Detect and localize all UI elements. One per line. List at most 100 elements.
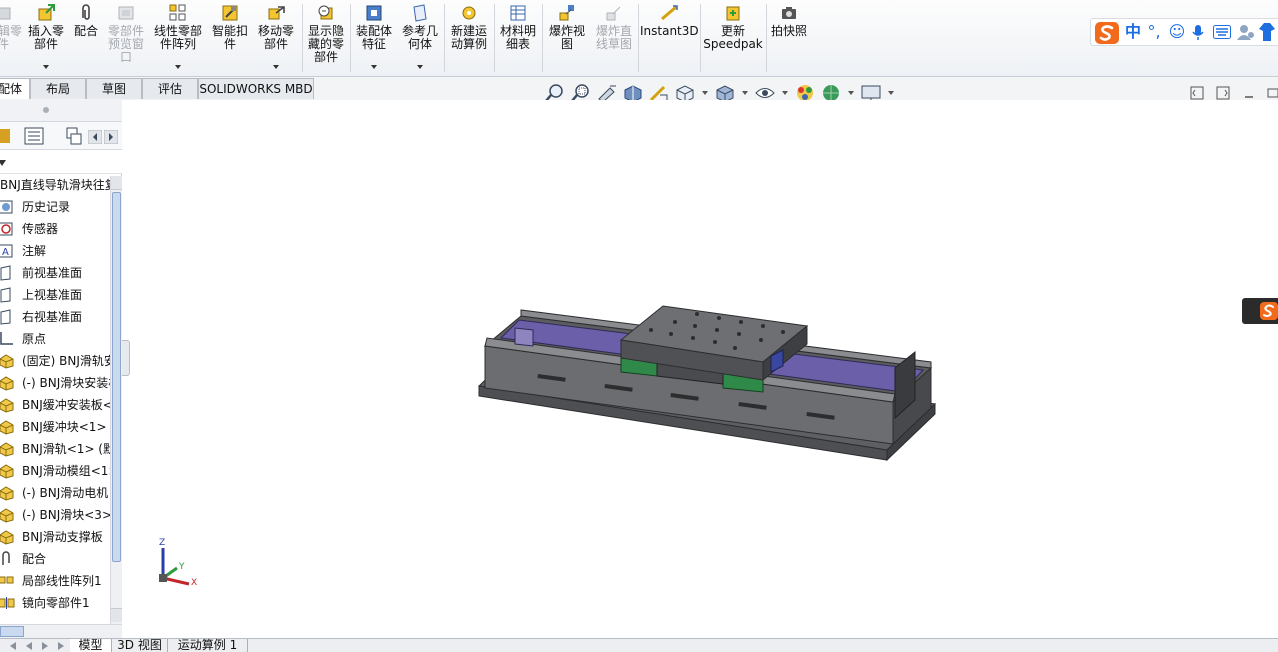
insert-components-button[interactable]: 插入零 部件 [24, 3, 68, 75]
tree-item[interactable]: BNJ缓冲块<1> (默认) [0, 416, 110, 438]
tree-item[interactable]: BNJ滑动支撑板 [0, 526, 110, 548]
chevron-down-icon[interactable] [888, 91, 894, 95]
tab-mbd[interactable]: SOLIDWORKS MBD [198, 78, 314, 99]
mate-button[interactable]: 配合 [70, 3, 102, 75]
tree-horizontal-scrollbar[interactable] [0, 624, 122, 638]
restore-panel-left-icon[interactable] [1190, 86, 1204, 100]
tree-item[interactable]: (-) BNJ滑动电机 [0, 482, 110, 504]
edit-component-label: 编辑零 件 [0, 24, 23, 51]
update-speedpak-button[interactable]: 更新 Speedpak [702, 3, 764, 75]
smart-fasteners-button[interactable]: 智能扣 件 [208, 3, 252, 75]
explode-line-sketch-button[interactable]: 爆炸直 线草图 [592, 3, 636, 75]
tab-evaluate[interactable]: 评估 [142, 78, 198, 99]
reference-geometry-button[interactable]: 参考几 何体 [398, 3, 442, 75]
chevron-down-icon[interactable] [702, 91, 708, 95]
tab-model[interactable]: 模型 [70, 639, 112, 652]
chevron-down-icon[interactable] [848, 91, 854, 95]
assembly-model[interactable] [123, 100, 1278, 638]
component-preview-button[interactable]: 零部件 预览窗 口 [104, 3, 148, 75]
panel-grip-icon[interactable] [42, 106, 50, 114]
sogou-logo-icon[interactable] [1095, 22, 1119, 44]
chevron-down-icon[interactable] [782, 91, 788, 95]
restore-panel-right-icon[interactable] [1216, 86, 1230, 100]
linear-pattern-button[interactable]: 线性零部 件阵列 [150, 3, 206, 75]
funnel-icon [0, 160, 6, 166]
configuration-manager-tab-icon[interactable] [64, 127, 84, 145]
tree-item[interactable]: 右视基准面 [0, 306, 110, 328]
assembly-features-button[interactable]: 装配体 特征 [352, 3, 396, 75]
assembly-features-label: 装配体 特征 [355, 24, 392, 51]
show-hidden-icon [318, 5, 333, 20]
tree-item[interactable]: BNJ滑动模组<1> [0, 460, 110, 482]
chevron-down-icon[interactable] [417, 65, 423, 69]
chevron-down-icon[interactable] [43, 65, 49, 69]
camera-icon [782, 7, 796, 19]
new-motion-study-button[interactable]: 新建运 动算例 [446, 3, 492, 75]
scroll-up-arrow[interactable] [111, 176, 122, 190]
tab-assembly[interactable]: 装配体 [0, 78, 30, 99]
user-settings-icon[interactable] [1237, 24, 1255, 40]
tab-assembly-label: 装配体 [0, 82, 22, 96]
bill-of-materials-button[interactable]: 材料明 细表 [496, 3, 540, 75]
tree-item[interactable]: (-) BNJ滑块安装板 [0, 372, 110, 394]
panel-splitter-handle[interactable] [122, 340, 130, 376]
edit-component-button[interactable]: 编辑零 件 [0, 3, 23, 75]
tree-item[interactable]: 镜向零部件1 [0, 592, 110, 614]
ime-language-toggle[interactable]: 中 [1123, 22, 1143, 42]
instant3d-button[interactable]: Instant3D [640, 3, 699, 75]
emoji-icon[interactable]: ☺ [1167, 22, 1187, 42]
tree-item[interactable]: BNJ滑轨<1> (默认) [0, 438, 110, 460]
tree-item[interactable]: 原点 [0, 328, 110, 350]
tree-item[interactable]: 前视基准面 [0, 262, 110, 284]
chevron-down-icon[interactable] [371, 65, 377, 69]
exploded-view-button[interactable]: 爆炸视 图 [544, 3, 590, 75]
tree-item-label: 历史记录 [22, 200, 71, 214]
chevron-down-icon[interactable] [742, 91, 748, 95]
punctuation-icon[interactable]: °, [1145, 22, 1163, 42]
chevron-down-icon[interactable] [175, 65, 181, 69]
graphics-area[interactable]: Z X Y [123, 100, 1278, 638]
tree-root-item[interactable]: BNJ直线导轨滑块往复 [0, 174, 110, 196]
tree-item[interactable]: 传感器 [0, 218, 110, 240]
tree-item[interactable]: BNJ缓冲安装板<1> [0, 394, 110, 416]
feature-tree-tab-icon[interactable] [0, 127, 12, 145]
tree-item[interactable]: (固定) BNJ滑轨安装板 [0, 350, 110, 372]
tree-filter-bar[interactable] [0, 150, 122, 174]
linear-pattern-label: 线性零部 件阵列 [153, 24, 202, 51]
ribbon-separator [302, 4, 303, 72]
ime-toolbar: 中 °, ☺ [1090, 18, 1278, 46]
scroll-thumb[interactable] [112, 192, 121, 562]
tree-item[interactable]: (-) BNJ滑块<3> [0, 504, 110, 526]
minimize-icon[interactable] [1242, 86, 1256, 100]
chevron-down-icon[interactable] [273, 65, 279, 69]
chevron-right-icon[interactable] [104, 130, 118, 144]
maximize-icon[interactable] [1266, 86, 1278, 100]
tab-navigation-arrows[interactable] [0, 640, 70, 652]
panel-top-bar [0, 100, 122, 122]
ime-side-badge[interactable] [1242, 298, 1278, 324]
keyboard-icon[interactable] [1213, 25, 1231, 39]
tab-sketch[interactable]: 草图 [86, 78, 142, 99]
tree-item[interactable]: A 注解 [0, 240, 110, 262]
skin-icon[interactable] [1259, 23, 1275, 41]
take-snapshot-button[interactable]: 拍快照 [768, 3, 810, 75]
scroll-down-arrow[interactable] [111, 608, 122, 622]
property-manager-tab-icon[interactable] [24, 127, 44, 145]
chevron-left-icon[interactable] [88, 130, 102, 144]
microphone-icon[interactable] [1191, 25, 1205, 41]
instant3d-label: Instant3D [640, 24, 699, 38]
tree-item[interactable]: 局部线性阵列1 [0, 570, 110, 592]
show-hidden-button[interactable]: 显示隐 藏的零 部件 [304, 3, 348, 75]
tree-item[interactable]: 配合 [0, 548, 110, 570]
move-component-button[interactable]: 移动零 部件 [254, 3, 298, 75]
tree-vertical-scrollbar[interactable] [110, 176, 122, 624]
tree-item[interactable]: 上视基准面 [0, 284, 110, 306]
tab-layout[interactable]: 布局 [30, 78, 86, 99]
scroll-thumb[interactable] [0, 626, 24, 637]
tab-motion-study[interactable]: 运动算例 1 [168, 639, 248, 652]
tab-3d-views[interactable]: 3D 视图 [112, 639, 168, 652]
ribbon-separator [350, 4, 351, 72]
tree-item-label: 传感器 [22, 222, 59, 236]
tree-item[interactable]: 历史记录 [0, 196, 110, 218]
tab-layout-label: 布局 [45, 82, 70, 96]
